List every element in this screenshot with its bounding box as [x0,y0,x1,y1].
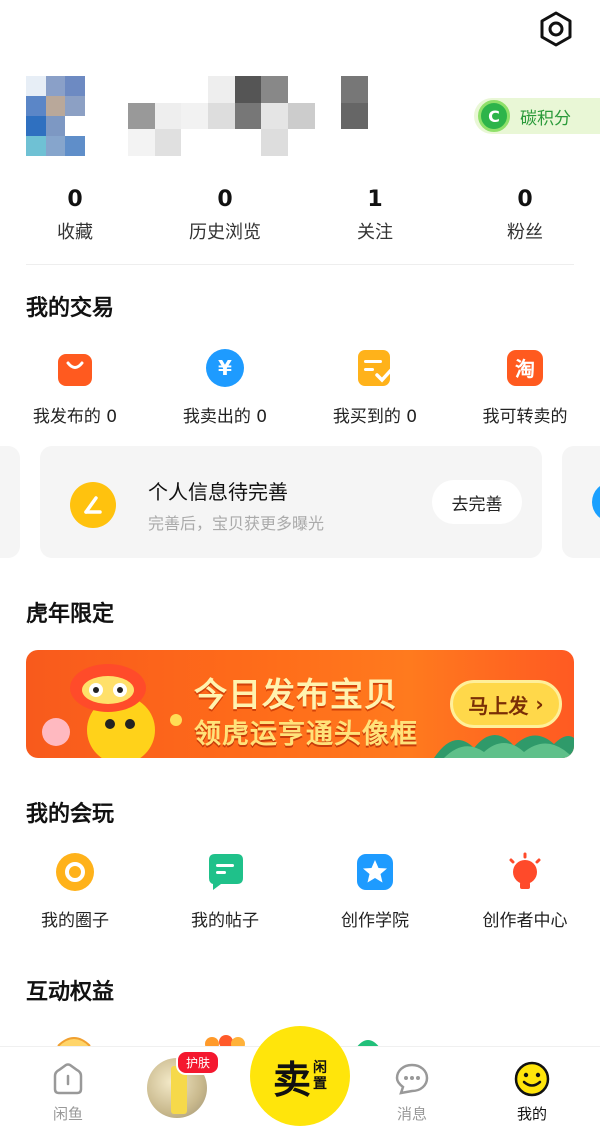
trade-row: 我发布的 0 ¥ 我卖出的 0 我买到的 0 淘 我可转卖的 [0,348,600,427]
lion-dance-mascot-icon [42,664,182,758]
stat-value: 0 [517,187,533,212]
profile-completion-card[interactable]: 个人信息待完善 完善后，宝贝获更多曝光 去完善 [40,446,542,558]
post-icon [205,852,245,892]
home-icon [50,1061,86,1097]
carbon-c-icon: C [478,100,510,132]
stat-fans[interactable]: 0 粉丝 [450,186,600,246]
stats-row: 0 收藏 0 历史浏览 1 关注 0 粉丝 [0,186,600,246]
chat-bubble-icon [394,1061,430,1097]
nav-mine[interactable]: 我的 [492,1047,572,1130]
edit-profile-icon [70,482,116,528]
section-title-trade: 我的交易 [26,296,115,321]
trade-item-bought[interactable]: 我买到的 0 [300,348,450,427]
trade-item-label: 我发布的 0 [32,407,118,427]
settings-button[interactable] [535,8,577,50]
carbon-points-label: 碳积分 [520,108,571,129]
carousel-card-prev[interactable] [0,446,20,558]
card-subtitle: 完善后，宝贝获更多曝光 [148,514,325,533]
banner-subtitle: 领虎运亨通头像框 [194,719,418,750]
play-item-label: 我的圈子 [41,911,109,931]
sell-button[interactable]: 卖 闲 置 [250,1026,350,1126]
svg-text:淘: 淘 [515,357,535,381]
nav-label: 闲鱼 [52,1105,83,1123]
tiger-year-banner[interactable]: 今日发布宝贝 领虎运亨通头像框 马上发 › [26,650,574,758]
stat-value: 1 [367,187,383,212]
section-title-benefits: 互动权益 [26,980,115,1005]
circle-icon [55,852,95,892]
play-item-posts[interactable]: 我的帖子 [150,852,300,931]
play-item-label: 创作者中心 [482,911,568,931]
play-item-label: 我的帖子 [191,911,259,931]
stat-following[interactable]: 1 关注 [300,186,450,246]
nav-label: 消息 [396,1105,427,1123]
play-item-circles[interactable]: 我的圈子 [0,852,150,931]
stat-value: 0 [67,187,83,212]
trade-item-label: 我卖出的 0 [182,407,268,427]
post-now-label: 马上发 [468,693,529,718]
yen-icon: ¥ [205,348,245,388]
nav-label: 我的 [516,1105,547,1123]
play-item-creator[interactable]: 创作者中心 [450,852,600,931]
wave-decoration-icon [434,734,574,758]
section-title-tiger: 虎年限定 [26,602,115,627]
nav-messages[interactable]: 消息 [372,1047,452,1130]
settings-icon [540,11,572,47]
stat-label: 收藏 [57,222,93,243]
stat-value: 0 [217,187,233,212]
sell-sub-2: 置 [313,1076,327,1092]
avatar[interactable] [26,76,104,156]
banner-title: 今日发布宝贝 [194,675,398,714]
sell-sub-1: 闲 [313,1060,327,1076]
divider [26,264,574,265]
star-icon [355,852,395,892]
card-title: 个人信息待完善 [148,480,288,504]
smiley-face-icon [514,1061,550,1097]
next-card-icon [592,482,600,522]
carbon-points-button[interactable]: C 碳积分 [474,98,600,134]
checklist-icon [355,348,395,388]
nav-home[interactable]: 闲鱼 [28,1047,108,1130]
sell-label: 卖 [272,1057,311,1102]
trade-item-sold[interactable]: ¥ 我卖出的 0 [150,348,300,427]
play-item-label: 创作学院 [341,911,409,931]
stat-label: 粉丝 [507,222,543,243]
sell-sub-label: 闲 置 [313,1060,327,1092]
carousel-card-next[interactable] [562,446,600,558]
trade-item-published[interactable]: 我发布的 0 [0,348,150,427]
stat-label: 历史浏览 [189,222,261,243]
trade-item-label: 我买到的 0 [332,407,418,427]
taobao-icon: 淘 [505,348,545,388]
chevron-right-icon: › [528,692,544,716]
bag-icon [55,348,95,388]
nickname [128,76,368,156]
bulb-icon [505,852,545,892]
stat-favorites[interactable]: 0 收藏 [0,186,150,246]
svg-text:¥: ¥ [218,356,232,380]
ad-badge: 护肤 [176,1050,221,1075]
section-title-play: 我的会玩 [26,802,115,827]
play-row: 我的圈子 我的帖子 创作学院 创作者中心 [0,852,600,931]
stat-history[interactable]: 0 历史浏览 [150,186,300,246]
trade-item-label: 我可转卖的 [482,407,568,427]
trade-item-resell[interactable]: 淘 我可转卖的 [450,348,600,427]
stat-label: 关注 [357,222,393,243]
complete-profile-button[interactable]: 去完善 [432,480,522,524]
play-item-academy[interactable]: 创作学院 [300,852,450,931]
